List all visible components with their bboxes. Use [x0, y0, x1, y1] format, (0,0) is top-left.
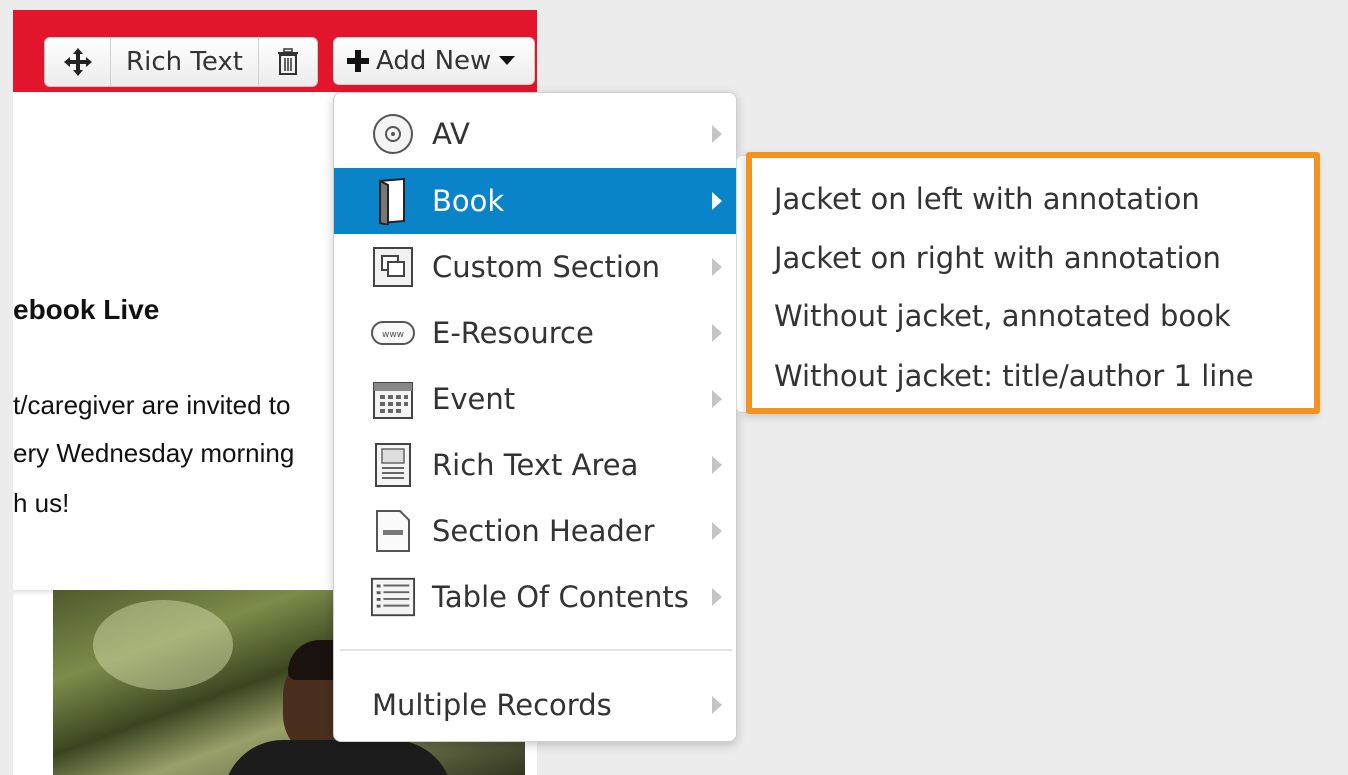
- chevron-right-icon: [712, 522, 722, 540]
- move-arrows-icon: [63, 48, 92, 76]
- delete-button[interactable]: [259, 38, 317, 86]
- section-header-icon: [370, 508, 416, 554]
- trash-icon: [278, 48, 298, 75]
- chevron-right-icon: [712, 696, 722, 714]
- chevron-right-icon: [712, 125, 722, 143]
- menu-item-section-header[interactable]: Section Header: [334, 498, 736, 564]
- article-text-line: t/caregiver are invited to: [13, 390, 291, 420]
- menu-item-label: Multiple Records: [372, 688, 612, 722]
- www-icon: www: [370, 310, 416, 356]
- menu-item-book[interactable]: Book: [334, 168, 736, 234]
- article-text-line: ery Wednesday morning: [13, 438, 295, 468]
- menu-item-multiple-records[interactable]: Multiple Records: [334, 671, 736, 739]
- menu-item-label: Book: [432, 184, 505, 218]
- plus-icon: [347, 50, 369, 72]
- disc-icon: [370, 111, 416, 157]
- menu-item-label: Section Header: [432, 514, 655, 548]
- chevron-right-icon: [712, 324, 722, 342]
- toolbar-button-group: Rich Text: [44, 37, 318, 87]
- menu-item-table-of-contents[interactable]: Table Of Contents: [334, 564, 736, 630]
- menu-item-label: Custom Section: [432, 250, 661, 284]
- article-text-line: h us!: [13, 488, 70, 518]
- menu-item-label: E-Resource: [432, 316, 594, 350]
- menu-item-custom-section[interactable]: Custom Section: [334, 234, 736, 300]
- menu-item-e-resource[interactable]: www E-Resource: [334, 300, 736, 366]
- chevron-right-icon: [712, 258, 722, 276]
- move-button[interactable]: [45, 38, 111, 86]
- custom-section-icon: [370, 244, 416, 290]
- menu-item-label: Event: [432, 382, 516, 416]
- calendar-icon: [370, 376, 416, 422]
- photo-highlight: [93, 600, 233, 690]
- chevron-right-icon: [712, 192, 722, 210]
- svg-text:www: www: [382, 330, 404, 340]
- menu-item-label: Rich Text Area: [432, 448, 639, 482]
- add-new-button[interactable]: Add New: [333, 37, 535, 85]
- book-icon: [370, 177, 416, 225]
- photo-person-body: [223, 740, 453, 775]
- chevron-right-icon: [712, 588, 722, 606]
- rich-text-area-icon: [370, 442, 416, 488]
- menu-item-event[interactable]: Event: [334, 366, 736, 432]
- submenu-item-without-jacket-one-line[interactable]: Without jacket: title/author 1 line: [774, 359, 1254, 393]
- list-icon: [370, 574, 416, 620]
- book-submenu: Jacket on left with annotation Jacket on…: [746, 152, 1320, 414]
- menu-item-label: Table Of Contents: [432, 580, 689, 614]
- section-toolbar: Rich Text: [44, 37, 318, 87]
- submenu-item-jacket-right[interactable]: Jacket on right with annotation: [774, 241, 1221, 275]
- article-heading: ebook Live: [13, 294, 160, 325]
- menu-item-rich-text-area[interactable]: Rich Text Area: [334, 432, 736, 498]
- menu-item-label: AV: [432, 117, 470, 151]
- chevron-right-icon: [712, 456, 722, 474]
- chevron-right-icon: [712, 390, 722, 408]
- rich-text-button[interactable]: Rich Text: [111, 38, 259, 86]
- submenu-item-jacket-left[interactable]: Jacket on left with annotation: [774, 182, 1200, 216]
- menu-divider: [340, 649, 732, 651]
- menu-item-av[interactable]: AV: [334, 101, 736, 167]
- caret-down-icon: [499, 56, 516, 65]
- submenu-item-without-jacket-annotated[interactable]: Without jacket, annotated book: [774, 299, 1231, 333]
- add-new-dropdown-menu: AV Book Custom Section www E-Resource Ev…: [333, 92, 737, 742]
- add-new-label: Add New: [376, 46, 492, 76]
